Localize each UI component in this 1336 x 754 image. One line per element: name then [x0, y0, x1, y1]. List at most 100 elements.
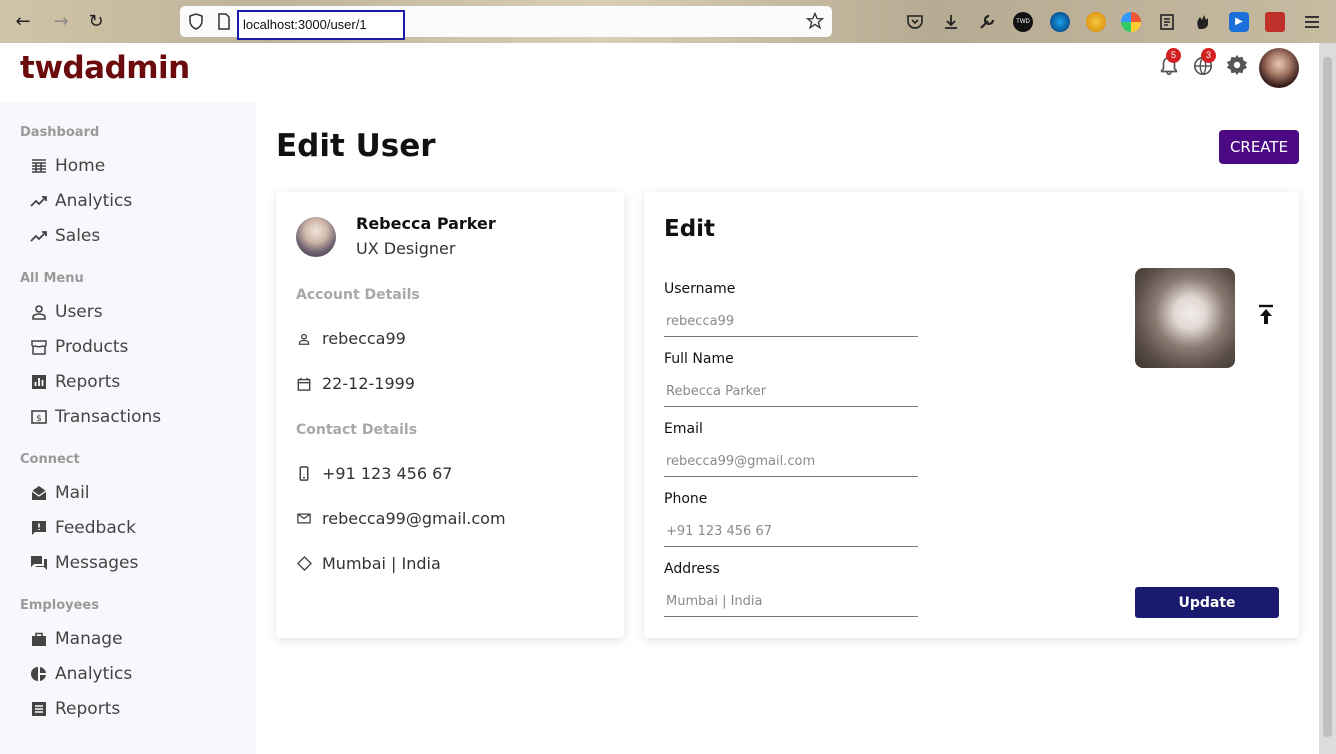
address-value: Mumbai | India — [322, 554, 441, 573]
pie-chart-icon — [30, 665, 48, 683]
twd-extension-icon[interactable]: TWD — [1013, 12, 1033, 32]
bookmark-star-icon[interactable] — [806, 12, 824, 30]
sidebar-item-label: Users — [55, 302, 103, 322]
feedback-icon — [30, 519, 48, 537]
person-outline-icon — [296, 331, 312, 347]
reload-icon[interactable]: ↻ — [85, 11, 107, 33]
edit-user-card: Edit Username Full Name Email Phone Addr… — [644, 192, 1299, 638]
money-icon: $ — [30, 408, 48, 426]
sidebar-item-manage[interactable]: Manage — [30, 627, 123, 651]
menu-icon[interactable] — [1302, 12, 1322, 32]
mail-outline-icon — [296, 511, 312, 527]
sidebar-item-messages[interactable]: Messages — [30, 551, 138, 575]
calendar-icon — [296, 376, 312, 392]
sidebar-item-sales[interactable]: Sales — [30, 224, 100, 248]
language-badge: 3 — [1201, 48, 1216, 63]
detail-birthday: 22-12-1999 — [296, 374, 415, 393]
trending-up-icon — [30, 227, 48, 245]
sidebar-item-label: Reports — [55, 372, 121, 392]
sidebar-item-transactions[interactable]: $ Transactions — [30, 405, 161, 429]
extension-orange-icon[interactable] — [1086, 12, 1106, 32]
sidebar-item-home[interactable]: Home — [30, 154, 105, 178]
chat-icon — [30, 554, 48, 572]
username-value: rebecca99 — [322, 329, 406, 348]
email-label: Email — [664, 421, 703, 437]
hand-icon[interactable] — [1193, 12, 1213, 32]
download-icon[interactable] — [941, 12, 961, 32]
create-button[interactable]: CREATE — [1219, 130, 1299, 164]
sidebar-item-label: Transactions — [55, 407, 162, 427]
address-input[interactable] — [664, 587, 918, 617]
sidebar-item-reports[interactable]: Reports — [30, 370, 120, 394]
settings-gear-icon[interactable] — [1226, 54, 1248, 76]
pocket-icon[interactable] — [905, 12, 925, 32]
shield-icon — [189, 13, 203, 30]
profile-avatar — [296, 217, 336, 257]
profile-role: UX Designer — [356, 239, 456, 258]
sidebar-item-label: Sales — [55, 226, 101, 246]
email-input[interactable] — [664, 447, 918, 477]
play-extension-icon[interactable]: ▶ — [1229, 12, 1249, 32]
account-details-title: Account Details — [296, 287, 420, 303]
email-value: rebecca99@gmail.com — [322, 509, 506, 528]
scrollbar-thumb[interactable] — [1323, 57, 1332, 737]
forward-icon[interactable]: → — [50, 11, 72, 33]
contact-details-title: Contact Details — [296, 422, 418, 438]
app-logo[interactable]: twdadmin — [20, 50, 190, 86]
sidebar-item-employee-analytics[interactable]: Analytics — [30, 662, 132, 686]
url-text: localhost:3000/user/1 — [243, 17, 367, 32]
storefront-icon — [30, 338, 48, 356]
mail-open-icon — [30, 484, 48, 502]
browser-toolbar: ← → ↻ localhost:3000/user/1 TWD ▶ — [0, 0, 1336, 43]
page-icon — [218, 13, 230, 30]
sidebar-section-dashboard: Dashboard — [20, 125, 100, 140]
sidebar-item-mail[interactable]: Mail — [30, 481, 90, 505]
trending-up-icon — [30, 192, 48, 210]
sidebar-item-products[interactable]: Products — [30, 335, 128, 359]
sidebar-item-users[interactable]: Users — [30, 300, 103, 324]
user-avatar[interactable] — [1259, 48, 1299, 88]
username-input[interactable] — [664, 307, 918, 337]
sidebar-item-label: Analytics — [55, 664, 133, 684]
phone-label: Phone — [664, 491, 708, 507]
phone-icon — [296, 466, 312, 482]
sidebar-item-employee-reports[interactable]: Reports — [30, 697, 120, 721]
briefcase-icon — [30, 630, 48, 648]
sidebar-item-feedback[interactable]: Feedback — [30, 516, 136, 540]
color-picker-icon[interactable] — [1121, 12, 1141, 32]
user-details-card: Rebecca Parker UX Designer Account Detai… — [276, 192, 624, 638]
full-name-input[interactable] — [664, 377, 918, 407]
person-icon — [30, 303, 48, 321]
birthday-value: 22-12-1999 — [322, 374, 415, 393]
sidebar-item-label: Analytics — [55, 191, 133, 211]
red-extension-icon[interactable] — [1265, 12, 1285, 32]
bar-chart-icon — [30, 373, 48, 391]
detail-email: rebecca99@gmail.com — [296, 509, 506, 528]
sidebar-item-label: Reports — [55, 699, 121, 719]
url-field[interactable]: localhost:3000/user/1 — [237, 10, 405, 40]
upload-icon[interactable] — [1256, 304, 1276, 326]
sidebar-section-employees: Employees — [20, 598, 99, 613]
username-label: Username — [664, 281, 736, 297]
sidebar-item-label: Messages — [55, 553, 139, 573]
list-icon — [30, 700, 48, 718]
sidebar-section-connect: Connect — [20, 452, 80, 467]
page-scrollbar[interactable] — [1319, 43, 1336, 754]
phone-input[interactable] — [664, 517, 918, 547]
notification-badge: 5 — [1166, 48, 1181, 63]
phone-value: +91 123 456 67 — [322, 464, 453, 483]
address-label: Address — [664, 561, 720, 577]
sidebar-item-label: Products — [55, 337, 129, 357]
update-button[interactable]: Update — [1135, 587, 1279, 618]
notes-icon[interactable] — [1157, 12, 1177, 32]
back-icon[interactable]: ← — [12, 11, 34, 33]
extension-globe-icon[interactable] — [1050, 12, 1070, 32]
sidebar-item-analytics[interactable]: Analytics — [30, 189, 132, 213]
detail-username: rebecca99 — [296, 329, 406, 348]
page-title: Edit User — [276, 128, 436, 164]
wrench-icon[interactable] — [977, 12, 997, 32]
full-name-label: Full Name — [664, 351, 734, 367]
location-icon — [296, 556, 312, 572]
table-icon — [30, 157, 48, 175]
detail-phone: +91 123 456 67 — [296, 464, 452, 483]
